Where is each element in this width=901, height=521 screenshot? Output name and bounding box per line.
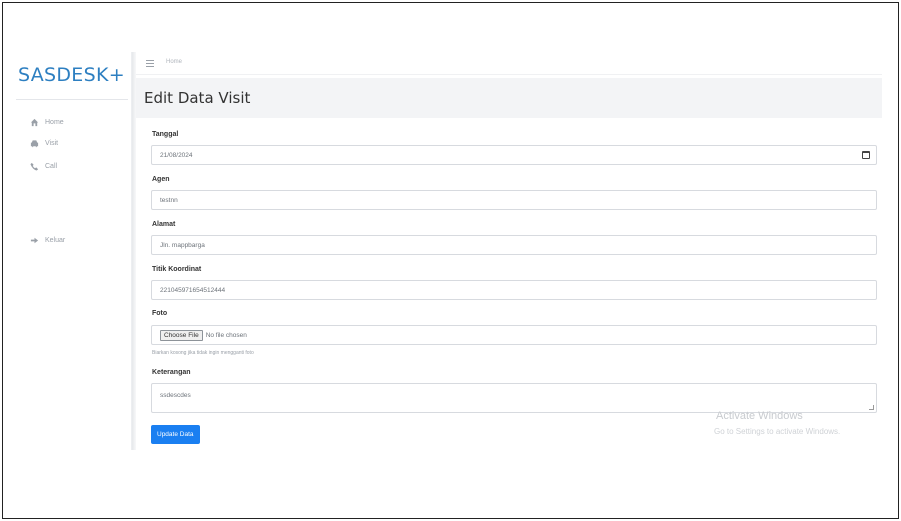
foto-label: Foto — [152, 310, 168, 317]
sidebar: SASDESK+ Home Visit Call Keluar — [10, 52, 132, 450]
watermark-subtitle: Go to Settings to activate Windows. — [714, 427, 841, 436]
sidebar-item-label: Keluar — [45, 237, 66, 244]
sidebar-item-home[interactable]: Home — [30, 118, 64, 127]
update-data-button[interactable]: Update Data — [151, 425, 200, 444]
foto-help-text: Biarkan kosong jika tidak ingin menggant… — [152, 350, 254, 356]
sidebar-divider — [16, 99, 128, 100]
calendar-icon[interactable] — [862, 151, 870, 159]
phone-icon — [30, 162, 39, 171]
keterangan-value: ssdescdes — [160, 392, 191, 399]
brand-logo[interactable]: SASDESK+ — [18, 64, 125, 86]
sidebar-item-label: Visit — [45, 140, 59, 147]
tanggal-field[interactable]: 21/08/2024 — [151, 145, 877, 165]
watermark-title: Activate Windows — [716, 410, 803, 422]
keterangan-label: Keterangan — [152, 369, 191, 376]
sidebar-item-visit[interactable]: Visit — [30, 139, 58, 148]
tanggal-value: 21/08/2024 — [160, 151, 193, 159]
alamat-value: Jln. mappbarga — [160, 241, 205, 249]
foto-file-field[interactable]: Choose File No file chosen — [151, 325, 877, 345]
agen-label: Agen — [152, 176, 170, 183]
car-icon — [30, 140, 39, 148]
titik-koordinat-value: 221045971654512444 — [160, 286, 226, 294]
agen-field[interactable]: testnn — [151, 190, 877, 210]
sidebar-item-keluar[interactable]: Keluar — [30, 236, 65, 245]
alamat-label: Alamat — [152, 221, 176, 228]
page-title: Edit Data Visit — [144, 89, 251, 107]
choose-file-button[interactable]: Choose File — [160, 329, 203, 341]
tanggal-label: Tanggal — [152, 131, 179, 138]
sidebar-item-call[interactable]: Call — [30, 162, 57, 171]
home-icon — [30, 118, 39, 127]
titik-koordinat-label: Titik Koordinat — [152, 266, 202, 273]
sidebar-item-label: Call — [45, 163, 58, 170]
logout-icon — [30, 237, 39, 244]
sidebar-item-label: Home — [45, 119, 64, 126]
menu-toggle-icon[interactable] — [146, 60, 154, 67]
alamat-field[interactable]: Jln. mappbarga — [151, 235, 877, 255]
keterangan-textarea[interactable]: ssdescdes — [151, 383, 877, 413]
page-header: Edit Data Visit — [136, 78, 882, 118]
agen-value: testnn — [160, 196, 178, 204]
resize-handle-icon[interactable] — [869, 405, 874, 410]
topbar: Home — [136, 53, 882, 75]
titik-koordinat-field[interactable]: 221045971654512444 — [151, 280, 877, 300]
breadcrumb[interactable]: Home — [166, 59, 182, 65]
file-status: No file chosen — [205, 331, 247, 339]
